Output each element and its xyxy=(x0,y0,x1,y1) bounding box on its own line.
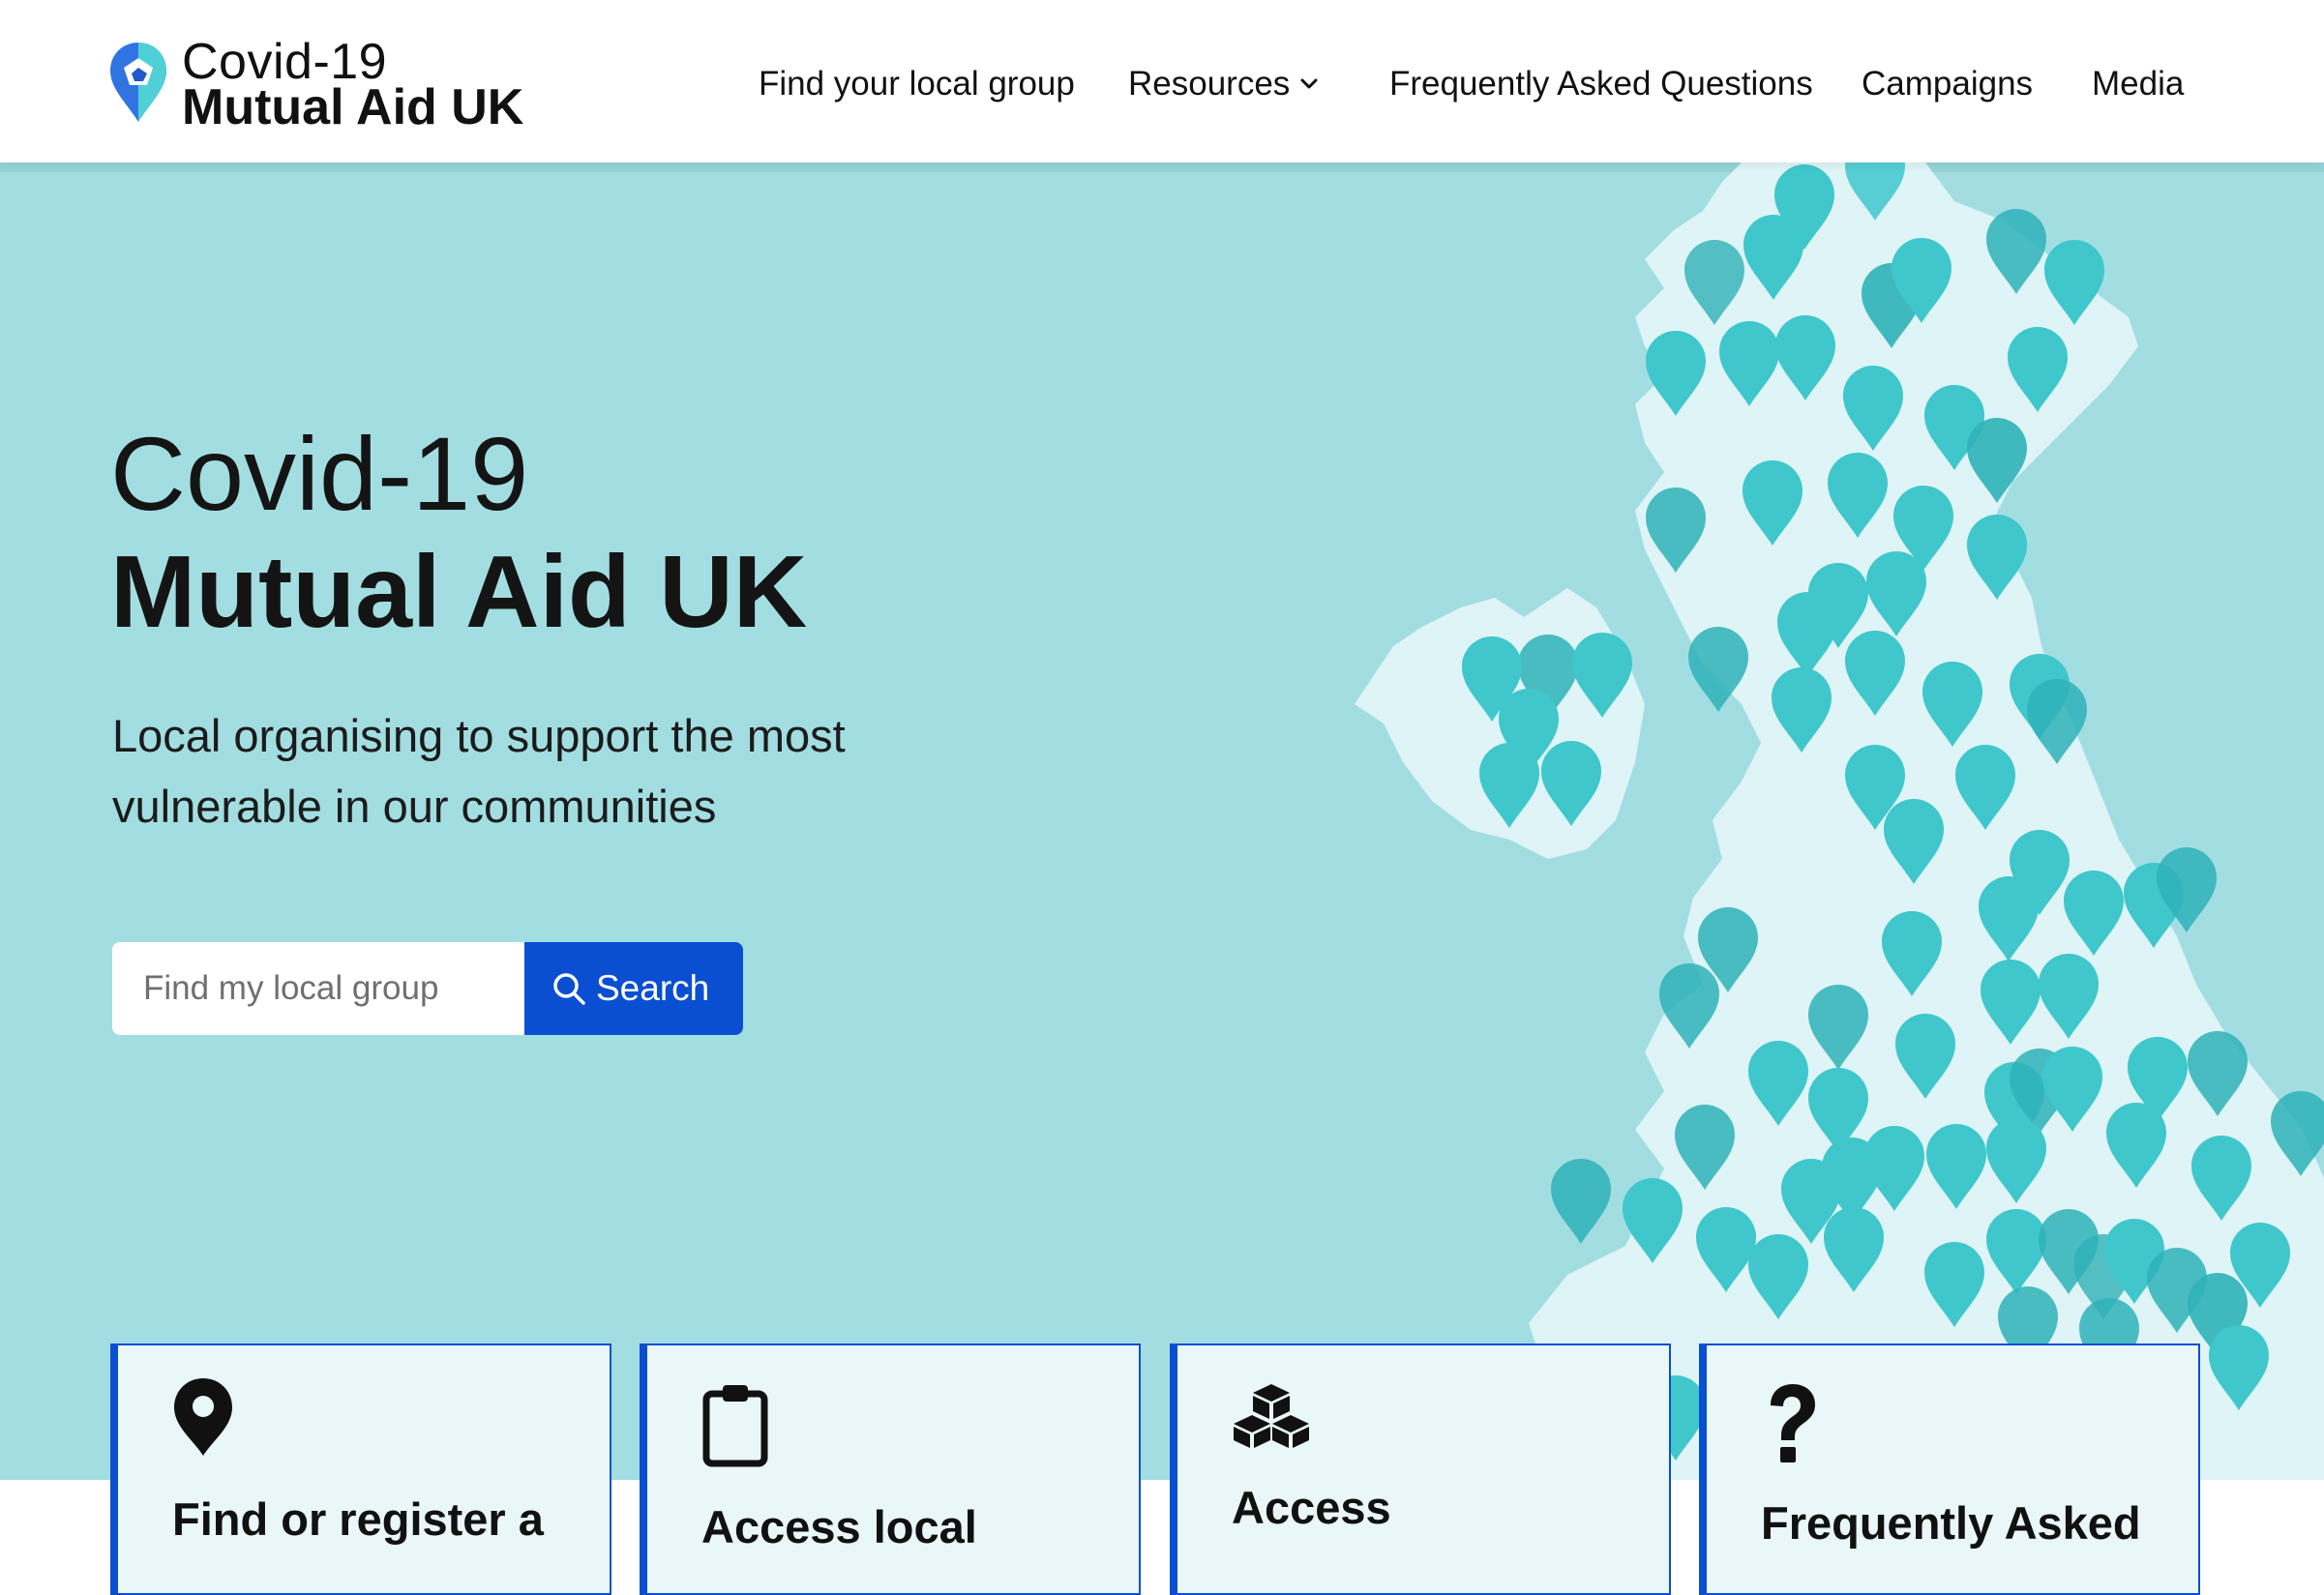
map-pin-icon xyxy=(174,1378,232,1456)
card-title: Access xyxy=(1232,1482,1391,1533)
card-access[interactable]: Access xyxy=(1170,1344,1671,1595)
boxes-icon xyxy=(1234,1384,1309,1448)
nav-find-local-group[interactable]: Find your local group xyxy=(759,60,1075,108)
search-icon xyxy=(553,973,585,1005)
nav-campaigns[interactable]: Campaigns xyxy=(1862,60,2033,108)
logo-text-line2: Mutual Aid UK xyxy=(182,79,524,135)
hero-title-line1: Covid-19 xyxy=(110,415,529,532)
hero-section: Covid-19 Mutual Aid UK Local organising … xyxy=(0,162,2324,1480)
site-logo[interactable]: Covid-19 Mutual Aid UK xyxy=(108,37,553,133)
card-title: Frequently Asked xyxy=(1761,1497,2141,1549)
chevron-down-icon[interactable] xyxy=(1298,74,1320,95)
logo-pin-icon xyxy=(110,43,166,122)
search-button[interactable]: Search xyxy=(524,942,743,1035)
card-frequently-asked[interactable]: Frequently Asked xyxy=(1699,1344,2200,1595)
card-access-local[interactable]: Access local xyxy=(640,1344,1141,1595)
clipboard-icon xyxy=(702,1385,768,1467)
question-mark-icon xyxy=(1771,1384,1815,1462)
nav-faq[interactable]: Frequently Asked Questions xyxy=(1389,60,1813,108)
card-title: Find or register a xyxy=(172,1493,544,1545)
nav-media[interactable]: Media xyxy=(2092,60,2184,108)
search-button-label: Search xyxy=(596,968,710,1008)
hero-subtitle: Local organising to support the most vul… xyxy=(112,710,846,832)
hero-title-line2: Mutual Aid UK xyxy=(110,535,808,649)
card-find-register-group[interactable]: Find or register a xyxy=(110,1344,611,1595)
search-input[interactable] xyxy=(112,942,524,1035)
nav-resources[interactable]: Resources xyxy=(1128,60,1290,108)
site-header: Covid-19 Mutual Aid UK Find your local g… xyxy=(0,0,2324,162)
local-group-search-form: Search xyxy=(112,942,743,1035)
card-title: Access local xyxy=(701,1501,977,1552)
